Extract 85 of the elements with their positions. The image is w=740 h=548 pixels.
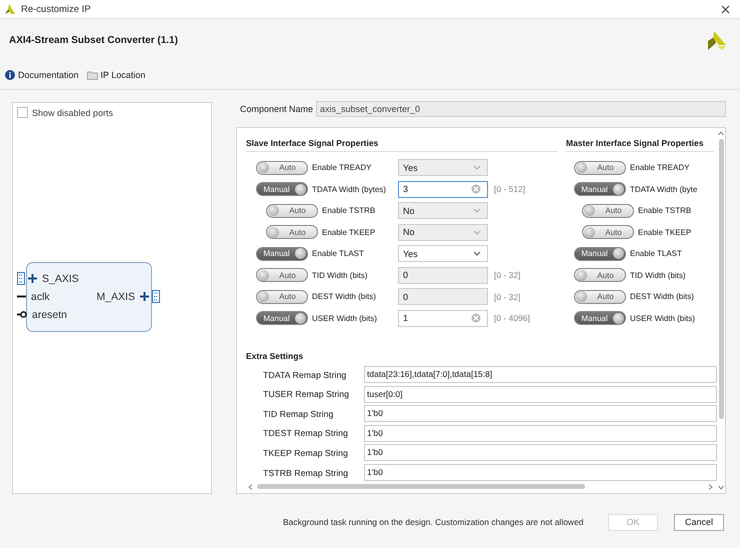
field-label: Enable TREADY (630, 163, 690, 172)
chevron-icon (473, 165, 481, 170)
link[interactable]: Documentation (5, 70, 79, 80)
text-field[interactable]: 1'b0 (364, 424, 717, 442)
port-label: M_AXIS (96, 290, 135, 302)
window-title: Re-customize IP (21, 4, 92, 14)
field-label: TID Width (bits) (630, 270, 686, 280)
auto-manual-toggle[interactable]: Auto (582, 225, 634, 240)
text-field[interactable]: 1'b0 (364, 444, 717, 462)
field-label: TDATA Width (byte (630, 184, 698, 194)
field-label: Enable TREADY (312, 163, 372, 172)
chevron-icon (473, 208, 481, 214)
range-hint: [0 - 512] (494, 184, 526, 194)
field-label: Enable TLAST (312, 249, 364, 258)
dialog-button[interactable]: Cancel (674, 514, 724, 530)
field-label: Component Name (239, 104, 314, 114)
range-hint: [0 - 4096] (494, 313, 530, 324)
field-label: Enable TSTRB (322, 206, 376, 216)
close-icon[interactable] (721, 4, 730, 14)
logo-icon (706, 29, 728, 51)
auto-manual-toggle[interactable]: Auto (256, 160, 308, 175)
folder-icon (86, 70, 98, 80)
inverted-pin-icon (17, 311, 27, 318)
auto-manual-toggle[interactable]: Auto (574, 268, 626, 282)
clear-icon[interactable] (471, 313, 481, 324)
dropdown[interactable]: Yes (398, 245, 488, 262)
port-label: S_AXIS (42, 272, 79, 284)
auto-manual-toggle[interactable]: Auto (574, 160, 626, 175)
auto-manual-toggle[interactable]: Auto (256, 268, 308, 282)
field-label: TID Remap String (262, 408, 334, 419)
info-icon (5, 70, 15, 80)
plus-icon[interactable] (140, 292, 149, 301)
text-field[interactable]: 1'b0 (364, 464, 717, 481)
field-label: TDATA Width (bytes) (312, 184, 386, 194)
field-label: TDATA Remap String (262, 370, 348, 380)
bus-icon (17, 272, 25, 285)
auto-manual-toggle[interactable]: Manual (574, 246, 626, 261)
field-label: TDEST Remap String (262, 428, 349, 438)
field-label: Enable TKEEP (638, 228, 692, 237)
auto-manual-toggle[interactable]: Manual (574, 182, 626, 196)
text-field[interactable]: 3 (398, 180, 488, 198)
auto-manual-toggle[interactable]: Auto (574, 290, 626, 304)
field-label: Enable TSTRB (638, 206, 692, 216)
plus-icon[interactable] (28, 274, 37, 283)
section-heading: Extra Settings (246, 351, 304, 361)
field-label: Enable TKEEP (322, 228, 376, 237)
text-field[interactable]: 1 (398, 310, 488, 327)
field-label: Enable TLAST (630, 249, 682, 258)
logo-icon (4, 3, 16, 15)
field-label: DEST Width (bits) (312, 292, 376, 302)
text-field[interactable]: 1'b0 (364, 405, 717, 422)
pin-icon (17, 295, 26, 298)
auto-manual-toggle[interactable]: Auto (266, 204, 318, 218)
section-heading: Slave Interface Signal Properties (246, 138, 558, 152)
chevron-icon (473, 251, 481, 256)
field-label: USER Width (bits) (312, 314, 377, 323)
bus-icon (152, 290, 160, 303)
field-label: TKEEP Remap String (262, 448, 349, 458)
auto-manual-toggle[interactable]: Auto (266, 225, 318, 240)
port-label: aclk (31, 290, 50, 302)
checkbox[interactable] (17, 107, 28, 118)
field-label: USER Width (bits) (630, 314, 695, 323)
section-heading: Master Interface Signal Properties (566, 138, 714, 152)
chevron-icon (473, 230, 481, 235)
checkbox-label: Show disabled ports (32, 108, 114, 118)
range-hint: [0 - 32] (494, 292, 520, 302)
component-name-field[interactable]: axis_subset_converter_0 (316, 101, 726, 117)
range-hint: [0 - 32] (494, 270, 520, 280)
auto-manual-toggle[interactable]: Manual (256, 182, 308, 196)
auto-manual-toggle[interactable]: Auto (582, 204, 634, 218)
link[interactable]: IP Location (86, 70, 146, 80)
port-label: aresetn (32, 308, 68, 320)
field-label: TSTRB Remap String (262, 468, 350, 478)
text-field[interactable]: tdata[23:16],tdata[7:0],tdata[15:8] (364, 366, 717, 384)
clear-icon[interactable] (471, 184, 481, 194)
text-field[interactable]: tuser[0:0] (364, 386, 717, 403)
dialog-title: AXI4-Stream Subset Converter (1.1) (9, 34, 178, 46)
auto-manual-toggle[interactable]: Manual (256, 311, 308, 326)
status-message: Background task running on the design. Customization changes are not allowed (283, 517, 585, 527)
auto-manual-toggle[interactable]: Manual (574, 311, 626, 326)
field-label: DEST Width (bits) (630, 292, 694, 302)
auto-manual-toggle[interactable]: Manual (256, 246, 308, 261)
field-label: TUSER Remap String (262, 389, 350, 400)
field-label: TID Width (bits) (312, 270, 368, 280)
auto-manual-toggle[interactable]: Auto (256, 290, 308, 304)
